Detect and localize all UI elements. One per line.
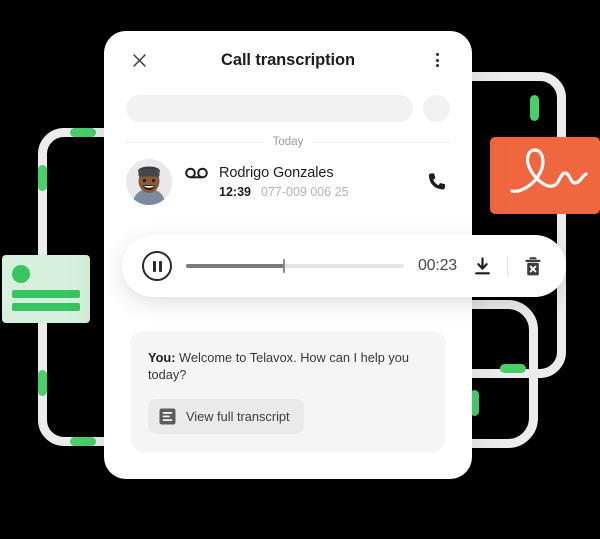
search-row <box>104 89 472 122</box>
divider-line <box>126 141 263 143</box>
transcript-preview: You: Welcome to Telavox. How can I help … <box>130 331 446 452</box>
audio-player: 00:23 <box>122 235 566 297</box>
screenshot-stage: Call transcription Today Rodrigo Gonzale… <box>0 0 600 539</box>
voicemail-icon <box>185 167 208 179</box>
progress-thumb[interactable] <box>283 259 286 273</box>
document-lines-icon <box>159 408 176 425</box>
close-icon[interactable] <box>128 49 150 71</box>
divider-line <box>313 141 450 143</box>
transcript-text: Welcome to Telavox. How can I help you t… <box>148 350 410 383</box>
trash-x-icon[interactable] <box>522 254 544 278</box>
elapsed-time: 00:23 <box>417 257 457 274</box>
pause-icon[interactable] <box>142 251 172 281</box>
green-card-line <box>12 290 80 298</box>
download-icon[interactable] <box>471 254 493 278</box>
call-time: 12:39 <box>219 185 251 199</box>
audio-progress-slider[interactable] <box>186 259 404 273</box>
decor-dash <box>70 128 96 137</box>
decor-dash <box>530 95 539 121</box>
green-card-avatar-dot <box>12 265 30 283</box>
signature-scribble-icon <box>510 148 588 193</box>
menu-dot <box>435 58 439 62</box>
pause-bar <box>152 260 156 272</box>
green-card-line <box>12 303 80 311</box>
view-full-transcript-button[interactable]: View full transcript <box>148 398 304 434</box>
progress-fill <box>186 264 285 268</box>
call-transcription-card: Call transcription Today Rodrigo Gonzale… <box>104 31 566 479</box>
card-header: Call transcription <box>104 31 472 89</box>
menu-dot <box>435 64 439 67</box>
call-list-item[interactable]: Rodrigo Gonzales 12:39 077-009 006 25 <box>104 148 472 205</box>
phone-number: 077-009 006 25 <box>260 185 349 199</box>
date-divider: Today <box>104 136 472 148</box>
decor-dash <box>38 370 47 396</box>
transcript-message: You: Welcome to Telavox. How can I help … <box>148 349 428 384</box>
search-input[interactable] <box>126 95 413 122</box>
decor-dash <box>70 437 96 446</box>
contact-info: Rodrigo Gonzales 12:39 077-009 006 25 <box>185 165 422 199</box>
page-title: Call transcription <box>221 50 355 69</box>
view-full-transcript-label: View full transcript <box>186 408 290 424</box>
more-vertical-icon[interactable] <box>426 49 448 71</box>
close-icon-glyph <box>132 53 146 67</box>
download-icon-glyph <box>474 256 490 274</box>
pause-bar <box>158 260 162 272</box>
phone-icon-glyph <box>428 173 445 190</box>
decor-orange-signature-card <box>490 137 600 214</box>
contact-name-row: Rodrigo Gonzales <box>185 165 422 181</box>
phone-icon[interactable] <box>422 168 450 196</box>
decor-dash <box>500 364 526 373</box>
decor-dash <box>38 165 47 191</box>
decor-green-card <box>2 255 90 323</box>
player-divider <box>507 256 508 276</box>
avatar-illustration <box>126 159 172 205</box>
filter-avatar-placeholder[interactable] <box>423 95 450 122</box>
contact-meta: 12:39 077-009 006 25 <box>219 185 422 199</box>
contact-name: Rodrigo Gonzales <box>219 165 334 181</box>
date-divider-label: Today <box>272 136 304 148</box>
menu-dot <box>435 53 439 56</box>
trash-x-icon-glyph <box>525 256 541 275</box>
transcript-speaker: You: <box>148 350 176 365</box>
avatar <box>126 159 172 205</box>
